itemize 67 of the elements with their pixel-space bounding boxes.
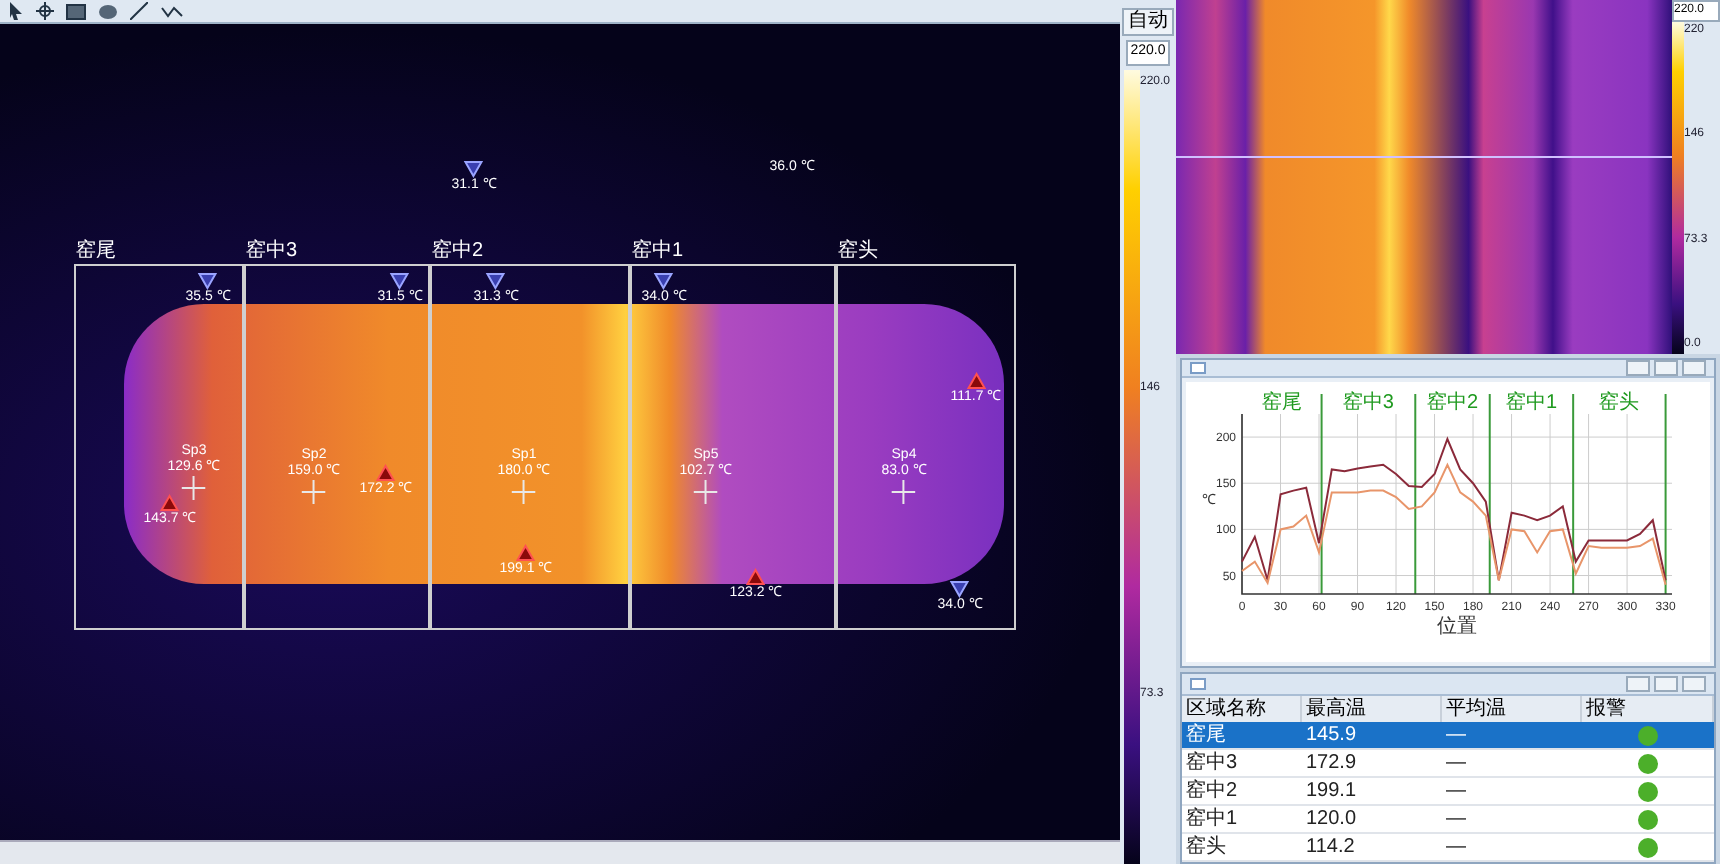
table-row[interactable]: 窑头 114.2 — (1182, 834, 1714, 862)
crosshair-icon (302, 480, 326, 504)
pointer-icon[interactable] (8, 2, 24, 20)
section-label: 窑头 (1599, 392, 1640, 414)
restore-button[interactable] (1654, 360, 1678, 376)
crosshair-tool-icon[interactable] (36, 2, 54, 20)
table-cell-text: 199.1 (1304, 778, 1359, 804)
min-temperature-marker-icon (950, 580, 970, 598)
panel-icon (1190, 678, 1206, 690)
max-temperature-marker-icon (966, 372, 986, 390)
rectangle-tool-icon[interactable] (66, 3, 86, 19)
section-label: 窑中2 (1426, 392, 1479, 414)
zone-label: 窑中2 (432, 240, 484, 264)
zone-label: 窑头 (838, 240, 878, 264)
table-cell-text: — (1444, 750, 1468, 776)
column-header[interactable]: 平均温 (1442, 696, 1582, 722)
x-axis-label: 位置 (1437, 616, 1477, 638)
table-cell-text: 窑中3 (1184, 750, 1240, 776)
table-cell-text: — (1444, 722, 1468, 748)
table-cell-text: — (1444, 806, 1468, 832)
zone-label: 窑尾 (76, 240, 116, 264)
table-cell-text: 172.9 (1304, 750, 1359, 776)
table-cell-text: 窑头 (1184, 834, 1228, 860)
max-temperature-marker-icon (516, 544, 536, 562)
table-cell-text: 114.2 (1304, 834, 1357, 860)
minimize-button[interactable] (1626, 676, 1650, 692)
section-label: 窑中1 (1505, 392, 1557, 414)
min-temperature-marker-icon (486, 272, 506, 290)
crosshair-icon (512, 480, 536, 504)
table-row[interactable]: 窑中3 172.9 — (1182, 750, 1714, 778)
table-row[interactable]: 窑中2 199.1 — (1182, 778, 1714, 806)
table-cell-text: 120.0 (1304, 806, 1359, 832)
close-button[interactable] (1682, 676, 1706, 692)
section-label: 窑中3 (1342, 392, 1394, 414)
section-label: 窑尾 (1261, 392, 1302, 414)
column-header[interactable]: 报警 (1582, 696, 1714, 722)
column-header[interactable]: 最高温 (1302, 696, 1442, 722)
restore-button[interactable] (1654, 676, 1678, 692)
min-temperature-marker-icon (654, 272, 674, 290)
crosshair-icon (892, 480, 916, 504)
close-button[interactable] (1682, 360, 1706, 376)
min-temperature-marker-icon (390, 272, 410, 290)
ellipse-tool-icon[interactable] (98, 3, 118, 19)
max-temperature-marker-icon (376, 464, 396, 482)
crosshair-icon (694, 480, 718, 504)
crosshair-icon (182, 476, 206, 500)
table-cell-text: 窑尾 (1184, 722, 1228, 748)
table-cell-text: 窑中2 (1184, 778, 1240, 804)
minimize-button[interactable] (1626, 360, 1650, 376)
max-temperature-marker-icon (160, 494, 180, 512)
line-tool-icon[interactable] (130, 2, 148, 20)
auto-range-button[interactable]: 自动 (1122, 8, 1174, 36)
table-cell-text: 145.9 (1304, 722, 1359, 748)
zone-label: 窑中1 (632, 240, 684, 264)
panel-icon (1190, 362, 1206, 374)
table-cell-text: — (1444, 778, 1468, 804)
table-row[interactable]: 窑中1 120.0 — (1182, 806, 1714, 834)
column-header[interactable]: 区域名称 (1182, 696, 1302, 722)
horizontal-scrollbar[interactable] (0, 840, 1120, 864)
table-cell-text: 窑中1 (1184, 806, 1240, 832)
table-cell-text: — (1444, 834, 1468, 860)
table-row[interactable]: 窑尾 145.9 — (1182, 722, 1714, 750)
min-temperature-marker-icon (464, 160, 484, 178)
min-temperature-marker-icon (198, 272, 218, 290)
polyline-tool-icon[interactable] (160, 3, 184, 19)
max-temperature-marker-icon (746, 568, 766, 586)
zone-label: 窑中3 (246, 240, 298, 264)
